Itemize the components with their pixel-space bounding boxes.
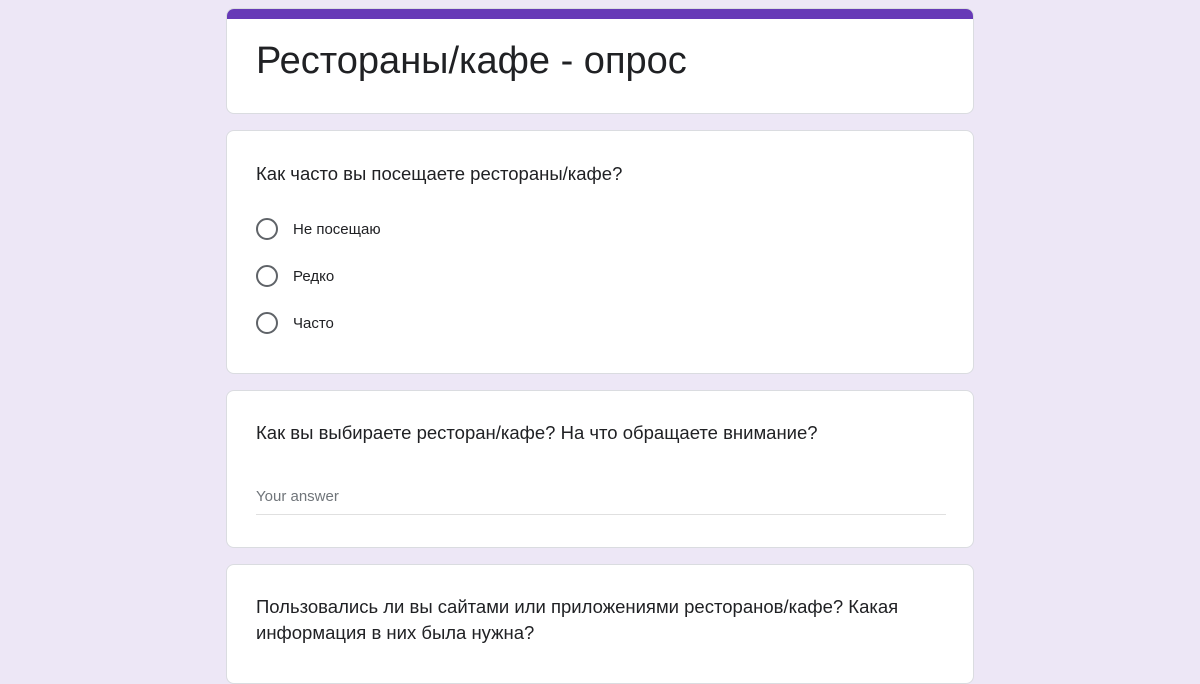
form-header-card: Рестораны/кафе - опрос: [226, 8, 974, 114]
short-answer-input[interactable]: [256, 484, 946, 515]
radio-option-redko[interactable]: Редко: [256, 263, 381, 289]
question-title: Пользовались ли вы сайтами или приложени…: [256, 596, 899, 643]
radio-button-icon[interactable]: [256, 265, 278, 287]
radio-button-icon[interactable]: [256, 218, 278, 240]
radio-option-label: Не посещаю: [293, 220, 381, 238]
radio-option-ne-poseshchayu[interactable]: Не посещаю: [256, 216, 381, 242]
question-title: Как часто вы посещаете рестораны/кафе?: [256, 163, 623, 184]
question-card-choose-restaurant: Как вы выбираете ресторан/кафе? На что о…: [226, 390, 974, 548]
question-title: Как вы выбираете ресторан/кафе? На что о…: [256, 422, 818, 443]
question-card-sites-apps: Пользовались ли вы сайтами или приложени…: [226, 564, 974, 684]
radio-option-label: Часто: [293, 314, 334, 332]
radio-group: Не посещаю Редко Часто: [256, 216, 381, 357]
radio-button-icon[interactable]: [256, 312, 278, 334]
radio-option-chasto[interactable]: Часто: [256, 310, 381, 336]
form-title: Рестораны/кафе - опрос: [256, 40, 687, 82]
radio-option-label: Редко: [293, 267, 335, 285]
form-container: Рестораны/кафе - опрос Как часто вы посе…: [226, 8, 974, 684]
question-card-visit-frequency: Как часто вы посещаете рестораны/кафе? Н…: [226, 130, 974, 374]
form-accent-bar: [227, 9, 973, 19]
